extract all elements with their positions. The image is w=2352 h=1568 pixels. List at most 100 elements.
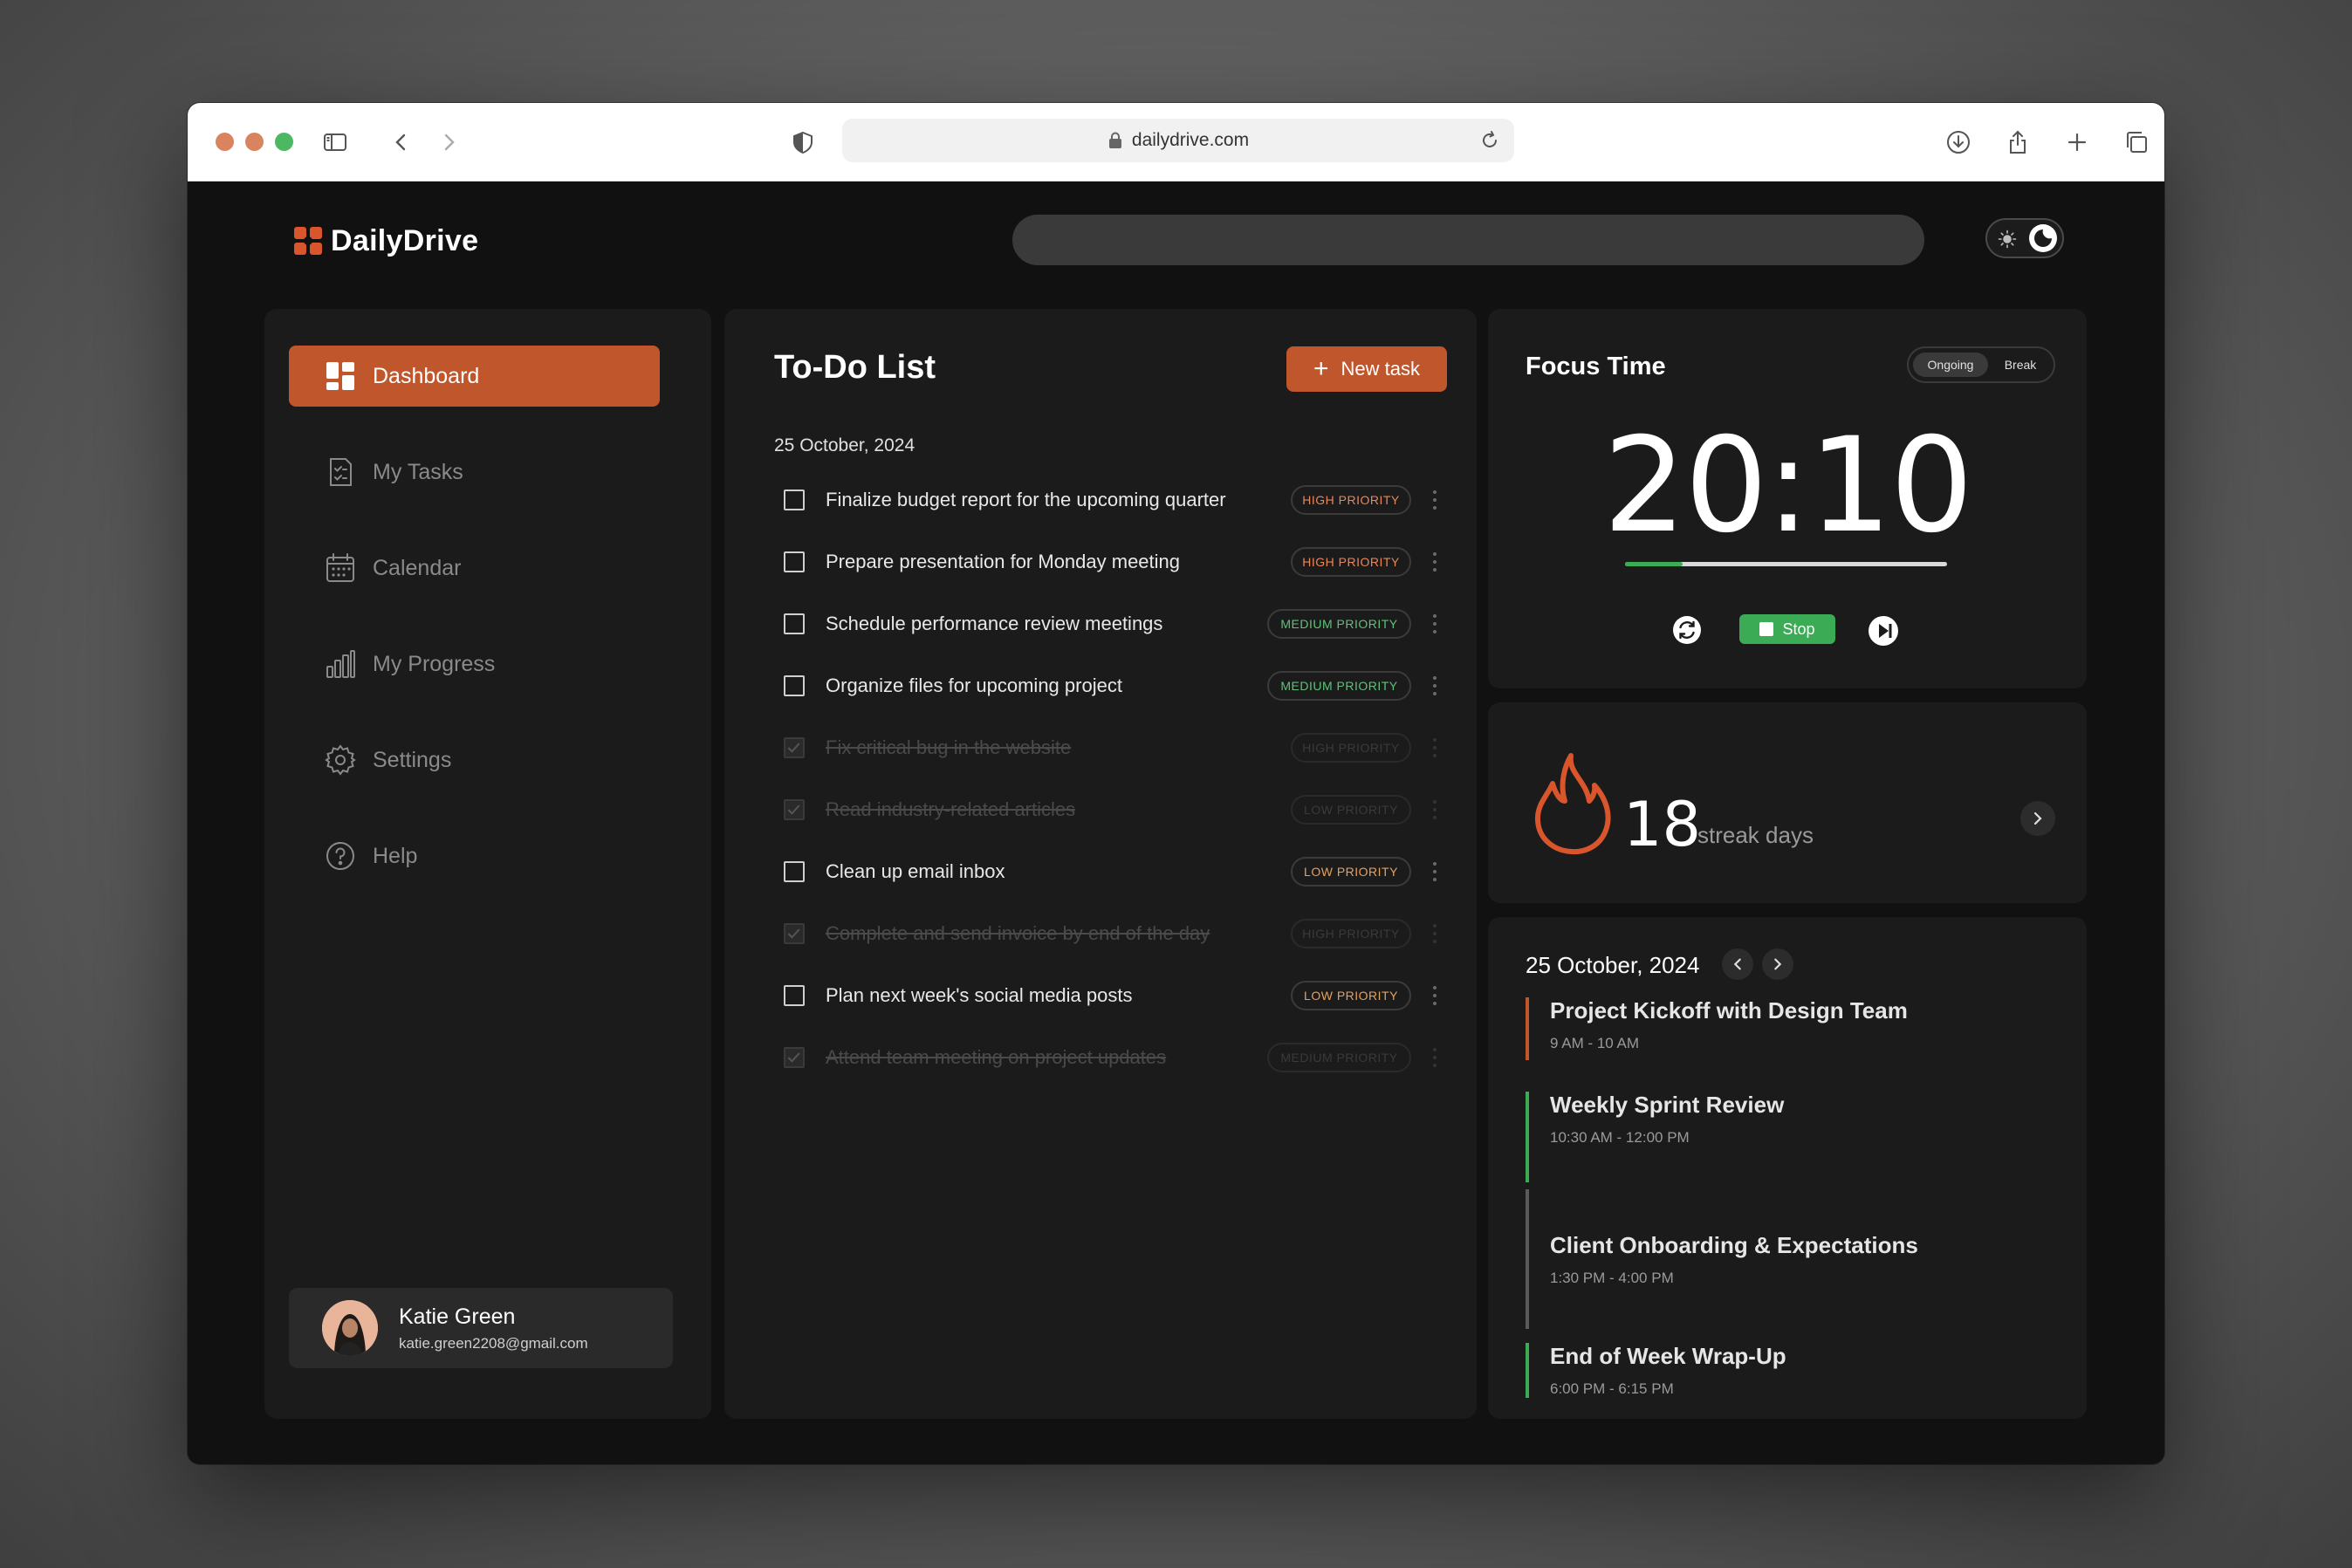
task-checkbox[interactable] [784, 923, 805, 944]
bar-chart-icon [326, 650, 355, 678]
search-input[interactable] [1012, 215, 1924, 265]
reset-icon[interactable] [1671, 614, 1703, 646]
sidebar-item-my-progress[interactable]: My Progress [289, 633, 660, 695]
stop-button[interactable]: Stop [1739, 614, 1835, 644]
schedule-event[interactable]: End of Week Wrap-Up 6:00 PM - 6:15 PM [1526, 1343, 2049, 1398]
schedule-next-day-button[interactable] [1762, 948, 1793, 980]
priority-badge: LOW PRIORITY [1291, 857, 1411, 887]
more-options-icon[interactable] [1423, 800, 1446, 819]
task-row[interactable]: Organize files for upcoming project MEDIU… [774, 661, 1446, 710]
user-name: Katie Green [399, 1304, 516, 1329]
download-icon[interactable] [1942, 126, 1975, 159]
task-row[interactable]: Plan next week's social media posts LOW P… [774, 971, 1446, 1020]
user-email: katie.green2208@gmail.com [399, 1334, 588, 1352]
task-checkbox[interactable] [784, 799, 805, 820]
task-row[interactable]: Finalize budget report for the upcoming … [774, 476, 1446, 524]
minimize-window-button[interactable] [245, 133, 264, 151]
mode-break[interactable]: Break [1992, 353, 2049, 377]
browser-toolbar: dailydrive.com [188, 103, 2164, 181]
priority-badge: HIGH PRIORITY [1291, 485, 1411, 515]
schedule-event[interactable]: Client Onboarding & Expectations 1:30 PM … [1526, 1189, 2049, 1329]
todo-panel: To-Do List + New task 25 October, 2024 F… [724, 309, 1477, 1419]
task-row[interactable]: Fix critical bug in the website HIGH PRIO… [774, 723, 1446, 772]
sidebar-item-help[interactable]: Help [289, 825, 660, 887]
close-window-button[interactable] [216, 133, 234, 151]
task-text: Read industry-related articles [826, 798, 1076, 820]
tabs-overview-icon[interactable] [2120, 126, 2153, 159]
browser-window: dailydrive.com DailyDrive Dashboard My T… [188, 103, 2164, 1464]
task-text: Organize files for upcoming project [826, 674, 1122, 696]
maximize-window-button[interactable] [275, 133, 293, 151]
new-tab-icon[interactable] [2061, 126, 2094, 159]
task-row[interactable]: Read industry-related articles LOW PRIORI… [774, 785, 1446, 834]
task-checkbox[interactable] [784, 490, 805, 510]
url-text: dailydrive.com [1131, 130, 1250, 150]
privacy-shield-icon[interactable] [786, 126, 819, 159]
more-options-icon[interactable] [1423, 862, 1446, 881]
sidebar-item-settings[interactable]: Settings [289, 729, 660, 791]
mode-ongoing[interactable]: Ongoing [1913, 353, 1988, 377]
more-options-icon[interactable] [1423, 924, 1446, 943]
user-profile-card[interactable]: Katie Green katie.green2208@gmail.com [289, 1288, 673, 1368]
window-controls [216, 133, 293, 151]
task-checkbox[interactable] [784, 613, 805, 634]
share-icon[interactable] [2001, 126, 2034, 159]
sidebar-item-dashboard[interactable]: Dashboard [289, 346, 660, 407]
flame-icon [1534, 753, 1611, 855]
task-row[interactable]: Prepare presentation for Monday meeting H… [774, 538, 1446, 586]
schedule-panel: 25 October, 2024 Project Kickoff with De… [1488, 917, 2087, 1419]
task-checkbox[interactable] [784, 675, 805, 696]
streak-panel: 18 streak days [1488, 702, 2087, 903]
streak-details-button[interactable] [2020, 801, 2055, 836]
skip-forward-icon[interactable] [1867, 614, 1900, 647]
address-bar[interactable]: dailydrive.com [842, 119, 1514, 162]
schedule-event[interactable]: Project Kickoff with Design Team 9 AM - 1… [1526, 997, 2049, 1060]
chevron-left-icon [1733, 958, 1741, 970]
task-checkbox[interactable] [784, 551, 805, 572]
todo-date: 25 October, 2024 [774, 435, 915, 455]
sidebar-item-label: Settings [373, 747, 452, 772]
forward-icon[interactable] [432, 126, 465, 159]
task-checkbox[interactable] [784, 737, 805, 758]
schedule-prev-day-button[interactable] [1722, 948, 1753, 980]
event-time: 1:30 PM - 4:00 PM [1550, 1269, 1674, 1286]
task-text: Schedule performance review meetings [826, 613, 1163, 634]
lock-icon [1108, 132, 1121, 148]
app-name: DailyDrive [331, 223, 479, 257]
schedule-event[interactable]: Weekly Sprint Review 10:30 AM - 12:00 PM [1526, 1092, 2049, 1182]
task-row[interactable]: Complete and send invoice by end of the … [774, 909, 1446, 958]
more-options-icon[interactable] [1423, 986, 1446, 1005]
task-row[interactable]: Clean up email inbox LOW PRIORITY [774, 847, 1446, 896]
more-options-icon[interactable] [1423, 738, 1446, 757]
task-row[interactable]: Attend team meeting on project updates ME… [774, 1033, 1446, 1082]
gear-icon [325, 744, 356, 776]
priority-badge: LOW PRIORITY [1291, 981, 1411, 1010]
new-task-button[interactable]: + New task [1286, 346, 1447, 392]
focus-timer: 20:10 [1602, 410, 1973, 562]
app-logo[interactable]: DailyDrive [291, 223, 478, 258]
focus-title: Focus Time [1526, 353, 1666, 380]
task-checkbox[interactable] [784, 985, 805, 1006]
task-row[interactable]: Schedule performance review meetings MEDI… [774, 599, 1446, 648]
sidebar-item-calendar[interactable]: Calendar [289, 538, 660, 599]
task-text: Plan next week's social media posts [826, 984, 1133, 1006]
event-time: 9 AM - 10 AM [1550, 1035, 1640, 1051]
back-icon[interactable] [385, 126, 418, 159]
sidebar-item-label: Dashboard [373, 363, 480, 388]
more-options-icon[interactable] [1423, 676, 1446, 695]
sidebar-item-my-tasks[interactable]: My Tasks [289, 442, 660, 503]
theme-toggle[interactable] [1985, 218, 2064, 258]
more-options-icon[interactable] [1423, 490, 1446, 510]
more-options-icon[interactable] [1423, 614, 1446, 633]
focus-mode-toggle[interactable]: Ongoing Break [1907, 346, 2055, 383]
task-text: Complete and send invoice by end of the … [826, 922, 1210, 944]
more-options-icon[interactable] [1423, 552, 1446, 572]
more-options-icon[interactable] [1423, 1048, 1446, 1067]
avatar [322, 1300, 378, 1356]
task-checkbox[interactable] [784, 1047, 805, 1068]
streak-label: streak days [1697, 822, 1814, 848]
event-time: 10:30 AM - 12:00 PM [1550, 1129, 1690, 1146]
sidebar-toggle-icon[interactable] [319, 126, 352, 159]
task-checkbox[interactable] [784, 861, 805, 882]
reload-icon[interactable] [1479, 130, 1500, 151]
